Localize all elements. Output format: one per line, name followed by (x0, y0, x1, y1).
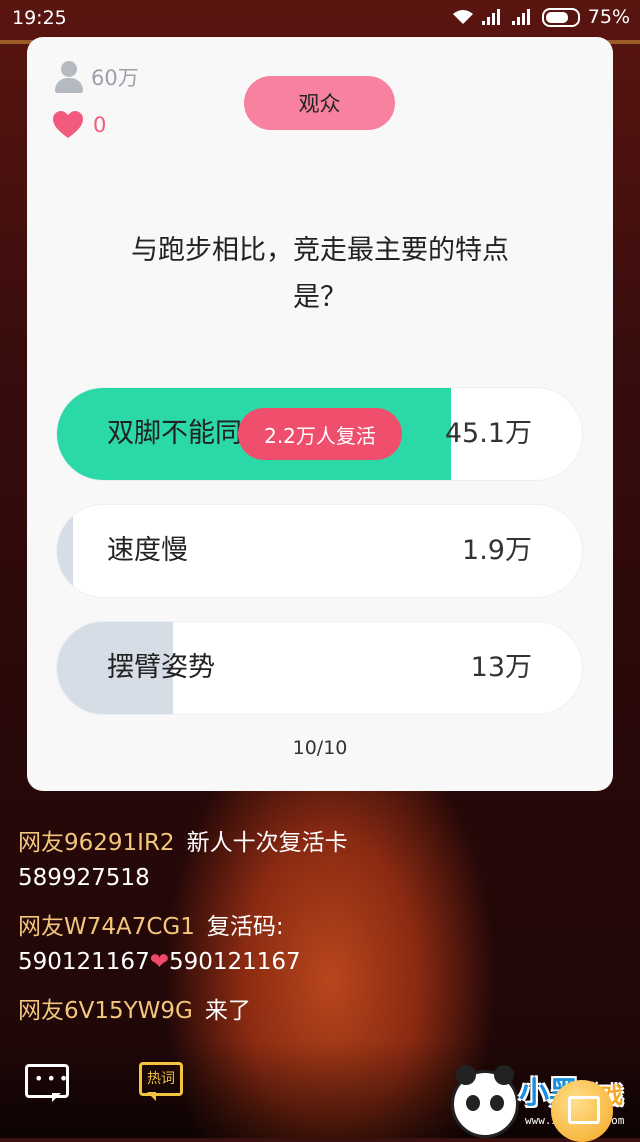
question-progress: 10/10 (292, 737, 348, 759)
chat-text: 复活码: (206, 914, 284, 940)
signal-icon (511, 9, 534, 25)
like-count-value: 0 (93, 113, 107, 137)
comment-button[interactable]: ••• (25, 1064, 69, 1102)
status-icons: 75% (452, 6, 630, 28)
question-line: 是？ (293, 282, 347, 313)
answer-label: 摆臂姿势 (107, 652, 215, 683)
question-card: 60万 0 观众 与跑步相比，竞走最主要的特点 是？ 双脚不能同 45.1万 速… (27, 37, 613, 791)
chat-text: 来了 (204, 998, 251, 1024)
revive-badge: 2.2万人复活 (238, 408, 402, 460)
hot-words-button[interactable]: 热词 (139, 1062, 183, 1101)
chat-message: 网友W74A7CG1 复活码: 590121167❤590121167 (18, 910, 301, 980)
answer-count: 13万 (470, 652, 532, 683)
battery-icon (541, 7, 580, 27)
viewer-count-value: 60万 (91, 66, 139, 90)
hot-words-label: 热词 (139, 1062, 183, 1096)
answer-count: 45.1万 (444, 418, 532, 449)
answer-option-2[interactable]: 速度慢 1.9万 (57, 505, 582, 597)
gift-button[interactable] (551, 1080, 613, 1142)
chat-text: 590121167 (168, 949, 301, 975)
person-icon (53, 61, 85, 93)
question-text: 与跑步相比，竞走最主要的特点 是？ (87, 227, 553, 321)
wifi-icon (452, 10, 473, 24)
answer-fill-bar (57, 505, 73, 597)
like-count: 0 (53, 111, 106, 139)
gift-icon (568, 1096, 600, 1124)
chat-text: 589927518 (18, 865, 150, 891)
status-bar: 19:25 75% (0, 0, 640, 36)
heart-icon (53, 111, 83, 138)
panda-icon (451, 1065, 519, 1138)
chat-username: 网友96291IR2 (18, 830, 175, 856)
status-time: 19:25 (12, 7, 67, 29)
answer-count: 1.9万 (462, 535, 532, 566)
chat-username: 网友W74A7CG1 (18, 914, 195, 940)
answer-option-3[interactable]: 摆臂姿势 13万 (57, 622, 582, 714)
battery-percent: 75% (587, 6, 630, 28)
signal-icon (481, 9, 504, 25)
viewer-count: 60万 (53, 61, 139, 93)
chat-message: 网友6V15YW9G 来了 (18, 994, 251, 1029)
chat-text: 新人十次复活卡 (186, 830, 348, 856)
chat-username: 网友6V15YW9G (18, 998, 193, 1024)
question-line: 与跑步相比，竞走最主要的特点 (131, 235, 509, 266)
heart-icon: ❤ (149, 949, 169, 975)
chat-text: 590121167 (18, 949, 150, 975)
role-badge: 观众 (244, 76, 395, 130)
answer-label: 速度慢 (107, 535, 188, 566)
chat-message: 网友96291IR2 新人十次复活卡 589927518 (18, 826, 348, 896)
answer-label: 双脚不能同 (107, 418, 242, 449)
